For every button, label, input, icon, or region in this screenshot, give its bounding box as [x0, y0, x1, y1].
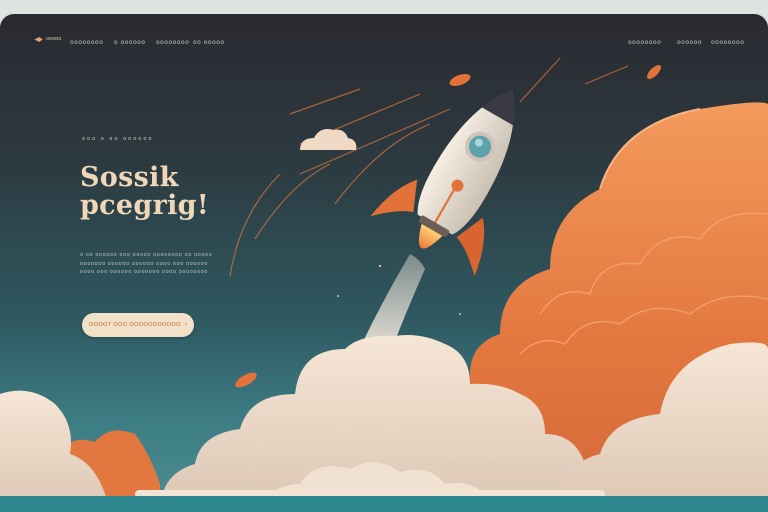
top-navigation: ooooo oooooooo o oooooo oooooooo oo oooo…	[0, 14, 768, 54]
rocket-mark-icon	[34, 36, 43, 42]
nav-link-right-3[interactable]: oooooooo	[711, 39, 744, 46]
cta-button-label: OOOOT OOO OOOOOOOOOOO	[89, 322, 181, 328]
cta-button[interactable]: OOOOT OOO OOOOOOOOOOO ›	[82, 313, 194, 337]
hero-title-line-2: pcegrig!	[80, 190, 209, 221]
hero-title-line-1: Sossik	[80, 162, 179, 193]
hero-title: Sossik pcegrig!	[80, 164, 209, 220]
nav-link-right-1[interactable]: oooooooo	[628, 39, 661, 46]
landing-page-frame: ooooo oooooooo o oooooo oooooooo oo oooo…	[0, 14, 768, 512]
hero-description-line: ooooooo oooooo oooooo oooo ooo oooooo	[80, 260, 209, 267]
hero-description-line: o oo oooooo ooo ooooo oooooooo oo ooooo	[80, 252, 213, 258]
arrow-right-icon: ›	[184, 322, 187, 328]
small-cloud	[300, 129, 357, 150]
ground-strip	[0, 496, 768, 512]
nav-link-4[interactable]: oo ooooo	[193, 39, 225, 46]
brand-logo[interactable]: ooooo	[34, 36, 61, 42]
nav-link-right-2[interactable]: oooooo	[677, 39, 702, 46]
hero-description-line: oooo ooo oooooo ooooooo oooo oooooooo	[80, 269, 209, 275]
rocket	[370, 90, 515, 277]
nav-link-1[interactable]: oooooooo	[70, 39, 103, 46]
hero-eyebrow: ooo o oo oooooo	[82, 136, 154, 142]
brand-name: ooooo	[46, 36, 62, 42]
hero-description: o oo oooooo ooo ooooo oooooooo oo ooooo …	[80, 251, 220, 277]
nav-link-2[interactable]: o oooooo	[114, 39, 146, 46]
nav-link-3[interactable]: oooooooo	[156, 39, 189, 46]
